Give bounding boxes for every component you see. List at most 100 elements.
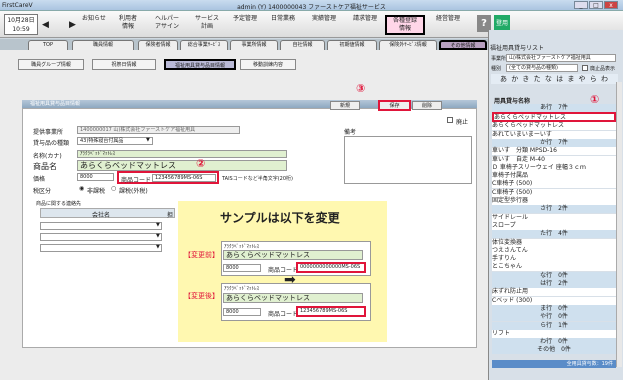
rp-list-item[interactable]: Cベッド (300) <box>492 296 616 305</box>
rp-list-item[interactable]: 体位変換器 <box>492 238 616 247</box>
window-title: admin (Y) 1400000043 ファーストケア福祉サービス <box>237 4 386 11</box>
delete-button[interactable]: 削除 <box>412 101 442 110</box>
nav-item-4[interactable]: 予定管理 <box>227 15 263 35</box>
rp-list-item[interactable]: あらくらベッドマットレス <box>492 112 616 123</box>
rp-list-item[interactable]: Ｄ 車椅子スリーウェイ 座幅３ｃｍ <box>492 163 616 172</box>
date-display: 10月28日 <box>7 17 35 24</box>
remarks-field[interactable] <box>344 136 472 184</box>
save-button[interactable]: 保存 <box>378 100 411 111</box>
provider-field[interactable]: 1400000017 山)株式会社ファーストケア福祉用具 <box>77 126 240 134</box>
rp-list-item[interactable]: 固定型歩行器 <box>492 197 616 205</box>
tab-7[interactable]: 保険外ｻｰﾋﾞｽ情報 <box>379 40 437 50</box>
nav-item-7[interactable]: 請求管理 <box>346 15 384 35</box>
rp-list-group[interactable]: な行 0件 <box>492 271 616 280</box>
price-field[interactable]: 8000 <box>77 173 114 181</box>
radio-icon[interactable]: ○ <box>111 185 116 192</box>
rp-list-item[interactable]: 車いす 自走 M-40 <box>492 155 616 164</box>
rp-list-group[interactable]: は行 2件 <box>492 280 616 288</box>
rp-list-item[interactable]: スロープ <box>492 221 616 230</box>
rp-list-item[interactable]: C車椅子 (500) <box>492 180 616 189</box>
rp-list-item[interactable]: サイドレール <box>492 213 616 222</box>
rp-list-item[interactable]: C車椅子 (500) <box>492 188 616 197</box>
maximize-button[interactable]: □ <box>589 1 603 9</box>
sample-title: サンプルは以下を変更 <box>220 211 340 225</box>
kana-index-bar[interactable]: あ か き た な は ま や ら わ <box>491 74 618 84</box>
contact-row-2[interactable] <box>40 233 162 241</box>
new-button[interactable]: 新規 <box>330 101 360 110</box>
remarks-label: 備考 <box>344 129 357 136</box>
product-code-field[interactable]: 123456789MS-06S <box>152 174 216 182</box>
nav-item-3[interactable]: サービス 計画 <box>189 15 225 35</box>
rp-list-item[interactable]: リフト <box>492 329 616 338</box>
rp-list-item[interactable]: つえさんてん <box>492 246 616 255</box>
radio-selected-icon[interactable]: ◉ <box>79 185 84 192</box>
rp-type-label: 種別 <box>491 66 502 72</box>
tab-5[interactable]: 自社情報 <box>280 40 325 50</box>
nav-item-0[interactable]: お知らせ <box>78 15 110 35</box>
rp-abolish-checkbox[interactable] <box>582 65 588 71</box>
subtab-3[interactable]: 移動訓練内容 <box>240 59 296 70</box>
product-code-note: TAISコードなど半角文字(20桁) <box>222 176 293 182</box>
subtab-2[interactable]: 福祉用具貸与品目情報 <box>164 59 236 70</box>
rp-list-item[interactable]: 手すりん <box>492 255 616 264</box>
subtab-1[interactable]: 祝祭日情報 <box>92 59 156 70</box>
rp-list-item[interactable]: 車いす 分類 MPSD-16 <box>492 147 616 156</box>
contact-col-company: 会社名 <box>92 212 111 219</box>
nav-item-8[interactable]: 各種登録 情報 <box>385 15 425 35</box>
abolish-label: 廃止 <box>456 119 469 126</box>
chevron-down-icon: ▼ <box>156 222 160 228</box>
tab-6[interactable]: 初期値情報 <box>327 40 377 50</box>
nav-item-1[interactable]: 利用者 情報 <box>110 15 146 35</box>
rp-list-group[interactable]: わ行 0件 <box>492 338 616 347</box>
nav-item-2[interactable]: ヘルパー アサイン <box>147 15 187 35</box>
sample-after-kana: ｱﾗｸﾗﾍﾞｯﾄﾞﾏｯﾄﾚｽ <box>224 286 260 292</box>
tab-2[interactable]: 保険者情報 <box>138 40 178 50</box>
rp-list-group[interactable]: その他 0件 <box>492 346 616 355</box>
rp-list-item[interactable]: あれていまいまーいす <box>492 130 616 139</box>
tab-4[interactable]: 事業所情報 <box>230 40 278 50</box>
tax-option-2[interactable]: 課税(外税) <box>119 186 148 195</box>
subtab-0[interactable]: 職員グループ情報 <box>18 59 84 70</box>
rp-list-item[interactable]: あらくらベッドマットレス <box>492 122 616 131</box>
rp-list-group[interactable]: ら行 1件 <box>492 321 616 330</box>
minimize-button[interactable]: _ <box>574 1 588 9</box>
nav-item-9[interactable]: 経営管理 <box>426 15 470 35</box>
sample-before-label: 【変更前】 <box>184 251 219 259</box>
name-field[interactable]: あらくらベッドマットレス <box>77 160 287 171</box>
contact-row-3[interactable] <box>40 244 162 252</box>
chevron-down-icon: ▼ <box>156 244 160 250</box>
rp-list-item[interactable]: 車椅子付属品 <box>492 172 616 181</box>
product-code-label: 商品コード <box>121 177 152 184</box>
tab-8[interactable]: その他情報 <box>439 40 487 50</box>
chevron-down-icon: ▼ <box>146 137 150 143</box>
scrollbar[interactable] <box>616 82 622 367</box>
tab-0[interactable]: TOP <box>28 40 68 50</box>
nav-item-6[interactable]: 実績管理 <box>304 15 344 35</box>
rp-list-item[interactable]: とこちゃん <box>492 263 616 272</box>
category-select[interactable]: 43)特殊寝台付属品 <box>77 137 153 145</box>
tab-3[interactable]: 総合事業ｻｰﾋﾞｽ <box>180 40 228 50</box>
rp-list-item[interactable]: 床ずれ防止用 <box>492 288 616 297</box>
provider-label: 提供事業所 <box>33 129 64 136</box>
kana-field[interactable]: ｱﾗｸﾗﾍﾞｯﾄﾞﾏｯﾄﾚｽ <box>77 150 287 158</box>
abolish-checkbox[interactable] <box>447 117 453 123</box>
close-button[interactable]: x <box>604 1 618 9</box>
forward-arrow-icon[interactable]: ▶ <box>69 20 76 30</box>
rp-list-group[interactable]: ま行 0件 <box>492 304 616 313</box>
tax-option-1[interactable]: 非課税 <box>87 186 105 195</box>
sample-after-label: 【変更後】 <box>184 292 219 300</box>
nav-item-5[interactable]: 日常業務 <box>264 15 302 35</box>
chevron-down-icon: ▼ <box>156 233 160 239</box>
contact-row-1[interactable] <box>40 222 162 230</box>
rp-type-select[interactable]: (全ての貸与品の種類) <box>506 64 578 72</box>
time-display: 10:59 <box>12 26 30 33</box>
tab-1[interactable]: 職員情報 <box>72 40 134 50</box>
back-arrow-icon[interactable]: ◀ <box>42 20 49 30</box>
rp-list-group[interactable]: た行 4件 <box>492 230 616 239</box>
rp-list-group[interactable]: や行 0件 <box>492 313 616 322</box>
rp-list-group[interactable]: さ行 2件 <box>492 205 616 214</box>
rp-list-group[interactable]: か行 7件 <box>492 138 616 147</box>
annotation-3: ③ <box>356 82 366 95</box>
rp-provider-select[interactable]: 山)株式会社ファーストケア福祉用具 <box>506 54 616 62</box>
rp-abolish-label: 廃止品表示 <box>590 66 616 72</box>
